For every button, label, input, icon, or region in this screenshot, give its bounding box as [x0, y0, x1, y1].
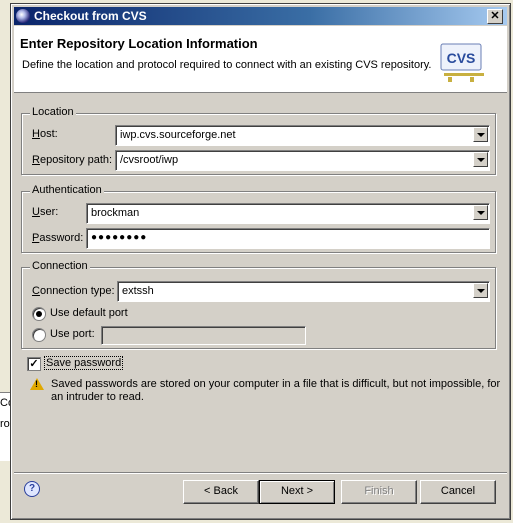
use-default-port-radio[interactable]	[32, 307, 46, 321]
use-default-port-label[interactable]: Use default port	[50, 307, 128, 319]
authentication-group-title: Authentication	[30, 184, 104, 196]
connection-group: Connection Connection type: extssh Use d…	[21, 260, 496, 349]
password-value: ●●●●●●●●	[91, 232, 148, 243]
warning-text-line1: Saved passwords are stored on your compu…	[51, 378, 501, 390]
user-combo[interactable]: brockman	[86, 203, 490, 224]
warning-icon: !	[30, 378, 44, 390]
user-label: User:	[32, 206, 59, 218]
eclipse-icon	[16, 9, 30, 23]
background-text-fragment: ro	[0, 418, 10, 430]
finish-button-label: Finish	[364, 485, 394, 497]
save-password-label[interactable]: Save password	[44, 356, 124, 370]
chevron-down-icon[interactable]	[473, 283, 488, 298]
cvs-icon: CVS	[440, 43, 484, 82]
host-value: iwp.cvs.sourceforge.net	[120, 129, 236, 141]
back-button-label: < Back	[204, 485, 238, 497]
location-group-title: Location	[30, 106, 76, 118]
repository-path-value: /cvsroot/iwp	[120, 154, 179, 166]
save-password-label-text: Save password	[44, 356, 124, 370]
chevron-down-icon[interactable]	[473, 205, 488, 220]
user-value: brockman	[91, 207, 140, 219]
connection-type-label: Connection type:	[32, 285, 115, 297]
page-title: Enter Repository Location Information	[20, 36, 258, 51]
connection-type-combo[interactable]: extssh	[117, 281, 490, 302]
next-button[interactable]: Next >	[259, 480, 335, 504]
use-port-radio[interactable]	[32, 328, 46, 342]
password-label: Password:	[32, 232, 84, 244]
finish-button[interactable]: Finish	[341, 480, 417, 504]
port-field[interactable]	[101, 326, 306, 345]
connection-type-value: extssh	[122, 285, 154, 297]
close-icon: ✕	[490, 10, 500, 22]
repository-path-label: Repository path:	[32, 154, 113, 166]
location-group: Location Host: iwp.cvs.sourceforge.net R…	[21, 106, 496, 175]
use-port-label[interactable]: Use port:	[50, 328, 95, 340]
warning-text-line2: an intruder to read.	[51, 391, 144, 403]
connection-group-title: Connection	[30, 260, 90, 272]
window-title: Checkout from CVS	[34, 9, 147, 23]
wizard-banner: Enter Repository Location Information De…	[14, 26, 507, 93]
host-label-rest: ost:	[39, 128, 58, 140]
checkout-dialog: Checkout from CVS ✕ Enter Repository Loc…	[10, 3, 511, 520]
title-bar[interactable]: Checkout from CVS ✕	[14, 7, 507, 25]
page-description: Define the location and protocol require…	[22, 59, 432, 71]
back-button[interactable]: < Back	[183, 480, 259, 504]
cancel-button-label: Cancel	[440, 485, 476, 497]
cvs-icon-text: CVS	[447, 50, 476, 66]
help-icon[interactable]: ?	[24, 481, 40, 497]
save-password-checkbox[interactable]: ✓	[27, 357, 41, 371]
cancel-button[interactable]: Cancel	[420, 480, 496, 504]
password-field[interactable]: ●●●●●●●●	[86, 228, 490, 249]
close-button[interactable]: ✕	[487, 9, 503, 24]
host-label: Host:	[32, 128, 58, 140]
next-button-label: Next >	[280, 485, 314, 497]
authentication-group: Authentication User: brockman Password: …	[21, 184, 496, 253]
repository-path-combo[interactable]: /cvsroot/iwp	[115, 150, 490, 171]
button-bar-separator	[14, 472, 507, 474]
host-combo[interactable]: iwp.cvs.sourceforge.net	[115, 125, 490, 146]
chevron-down-icon[interactable]	[473, 127, 488, 142]
chevron-down-icon[interactable]	[473, 152, 488, 167]
